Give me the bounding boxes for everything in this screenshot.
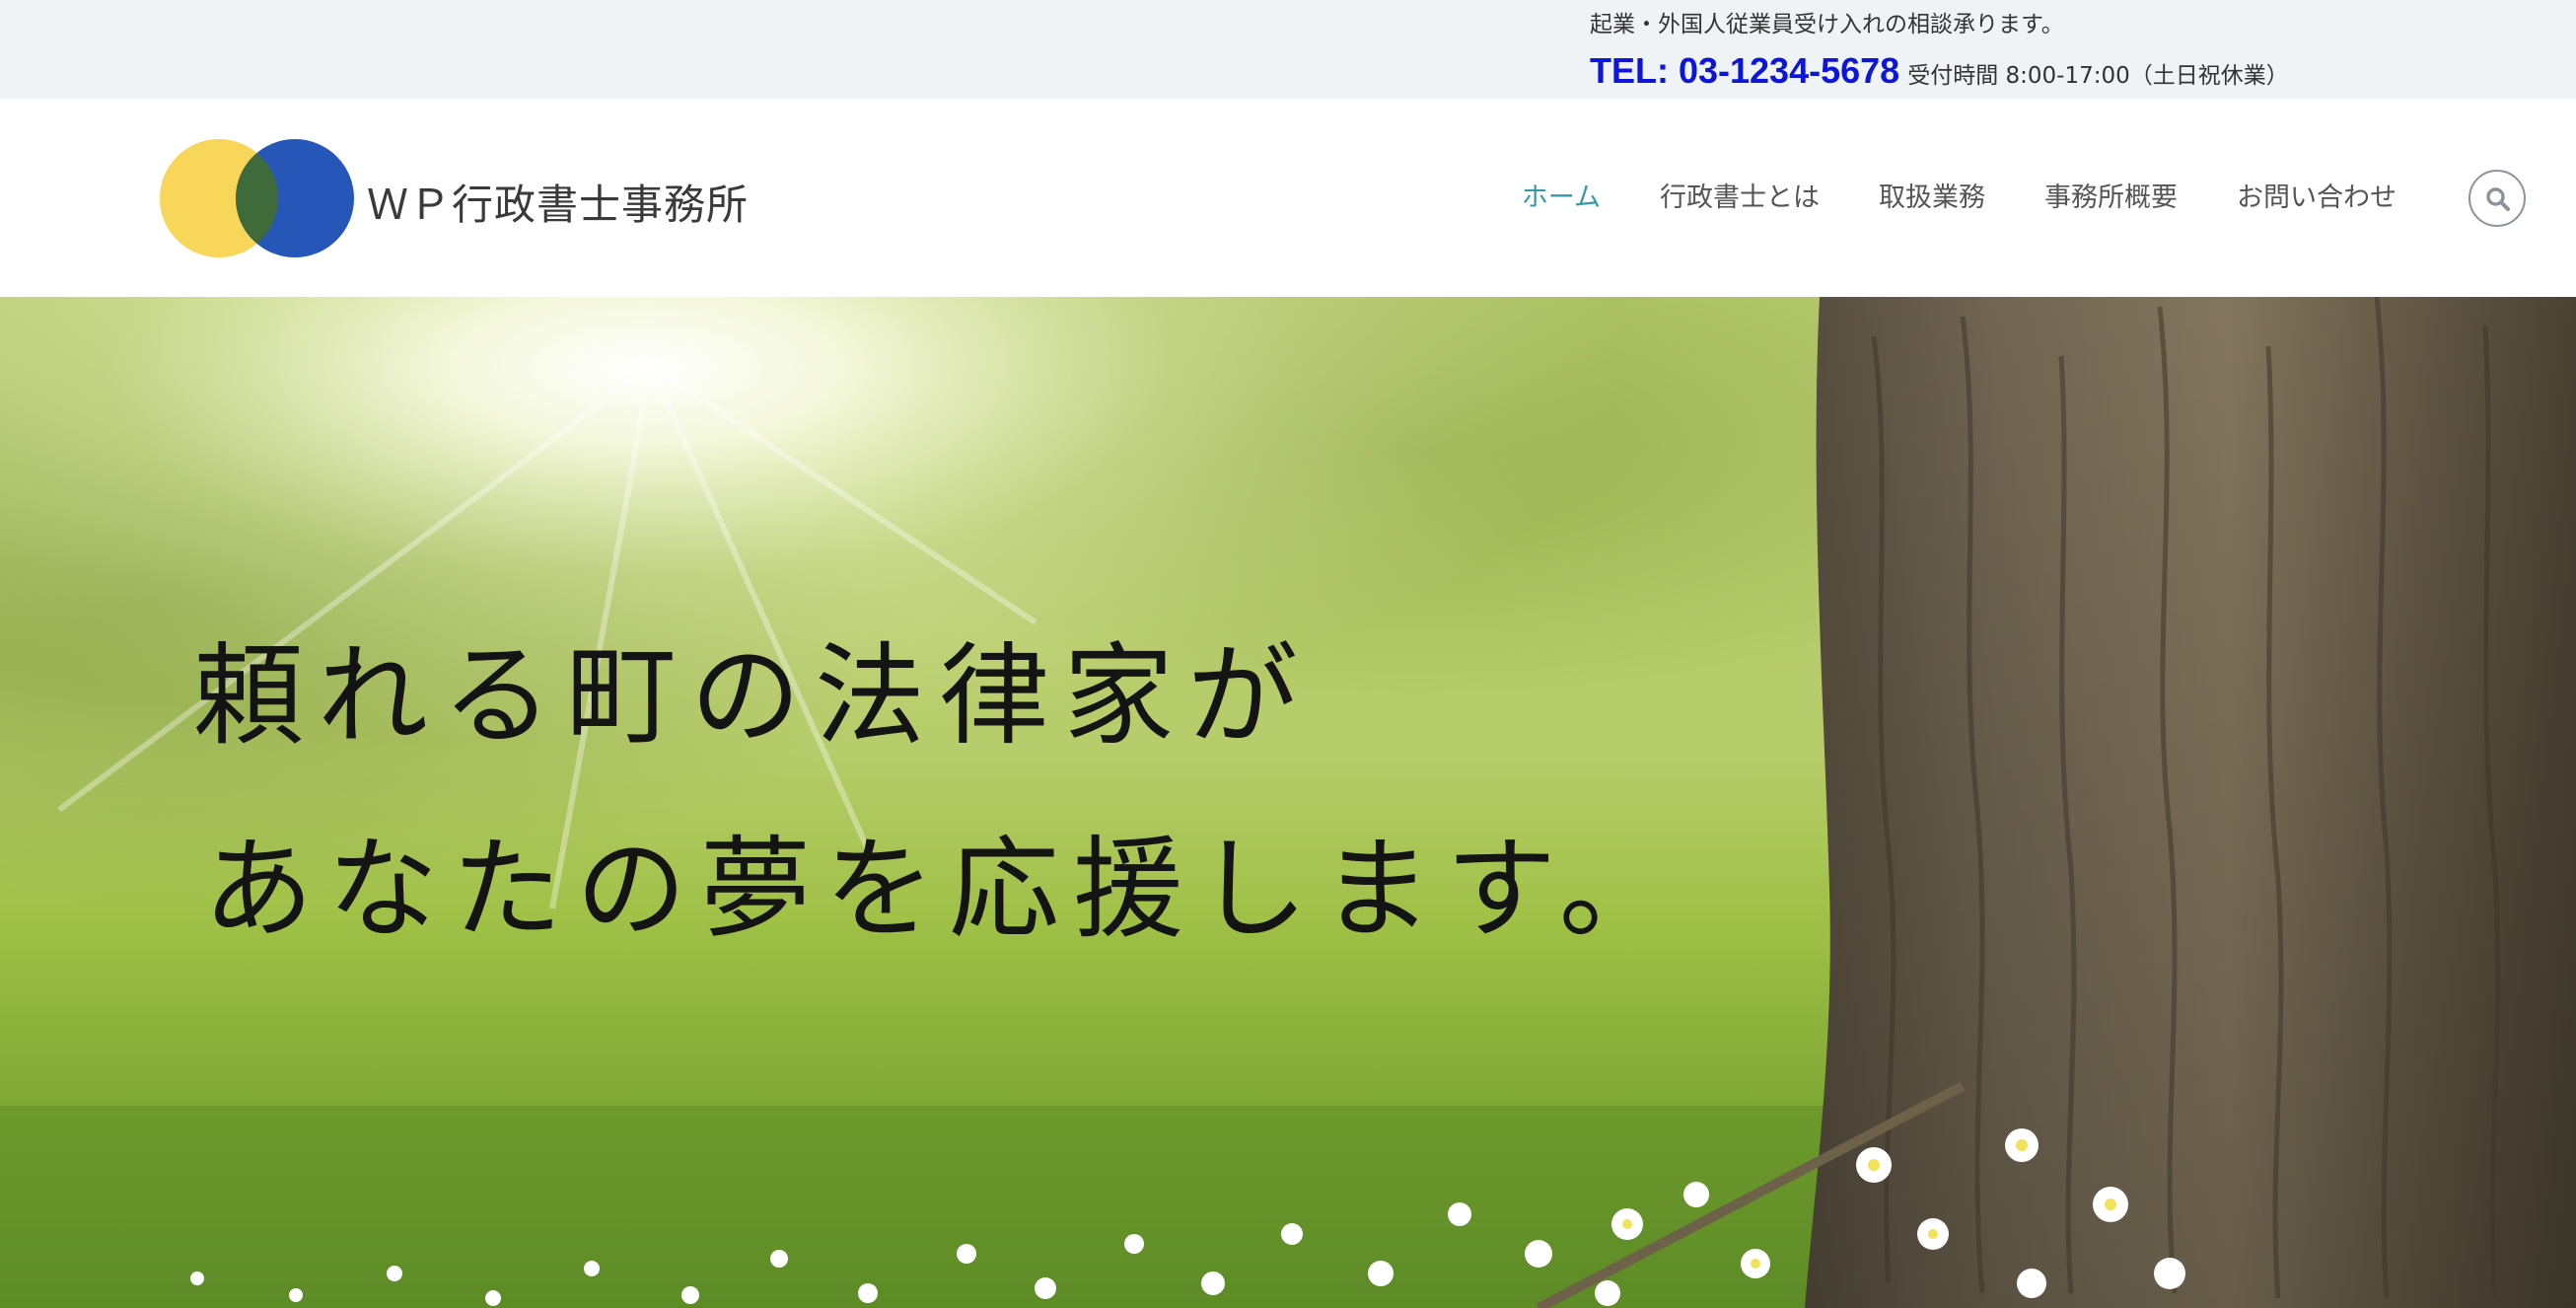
hero-banner: 頼れる町の法律家が あなたの夢を応援します。 [0, 297, 2576, 1308]
phone-number-link[interactable]: TEL: 03-1234-5678 [1590, 50, 1899, 91]
site-header: ＷＰ行政書士事務所 ホーム 行政書士とは 取扱業務 事務所概要 お問い合わせ [0, 99, 2576, 297]
hero-background-image [0, 297, 2576, 1308]
nav-item-office[interactable]: 事務所概要 [2044, 176, 2178, 221]
nav-item-home[interactable]: ホーム [1522, 176, 1601, 221]
business-hours: 受付時間 8:00-17:00（土日祝休業） [1907, 63, 2289, 89]
search-button[interactable] [2469, 170, 2526, 227]
main-nav: ホーム 行政書士とは 取扱業務 事務所概要 お問い合わせ [1522, 176, 2397, 221]
search-icon [2486, 187, 2510, 211]
nav-item-about[interactable]: 行政書士とは [1660, 176, 1820, 221]
hero-headline-line-1: 頼れる町の法律家が [193, 632, 1312, 761]
contact-info: 起業・外国人従業員受け入れの相談承ります。 TEL: 03-1234-5678 受… [1590, 10, 2537, 98]
nav-item-contact[interactable]: お問い合わせ [2237, 176, 2397, 221]
site-logo-link[interactable]: ＷＰ行政書士事務所 [160, 138, 751, 258]
top-info-bar: 起業・外国人従業員受け入れの相談承ります。 TEL: 03-1234-5678 受… [0, 0, 2576, 99]
site-name: ＷＰ行政書士事務所 [367, 181, 750, 229]
consultation-tagline: 起業・外国人従業員受け入れの相談承ります。 [1590, 12, 2064, 37]
overlapping-circles-logo-icon [160, 139, 354, 257]
phone-row: TEL: 03-1234-5678 受付時間 8:00-17:00（土日祝休業） [1590, 51, 2537, 98]
hero-headline-line-2: あなたの夢を応援します。 [203, 826, 1683, 954]
nav-item-services[interactable]: 取扱業務 [1879, 176, 1985, 221]
